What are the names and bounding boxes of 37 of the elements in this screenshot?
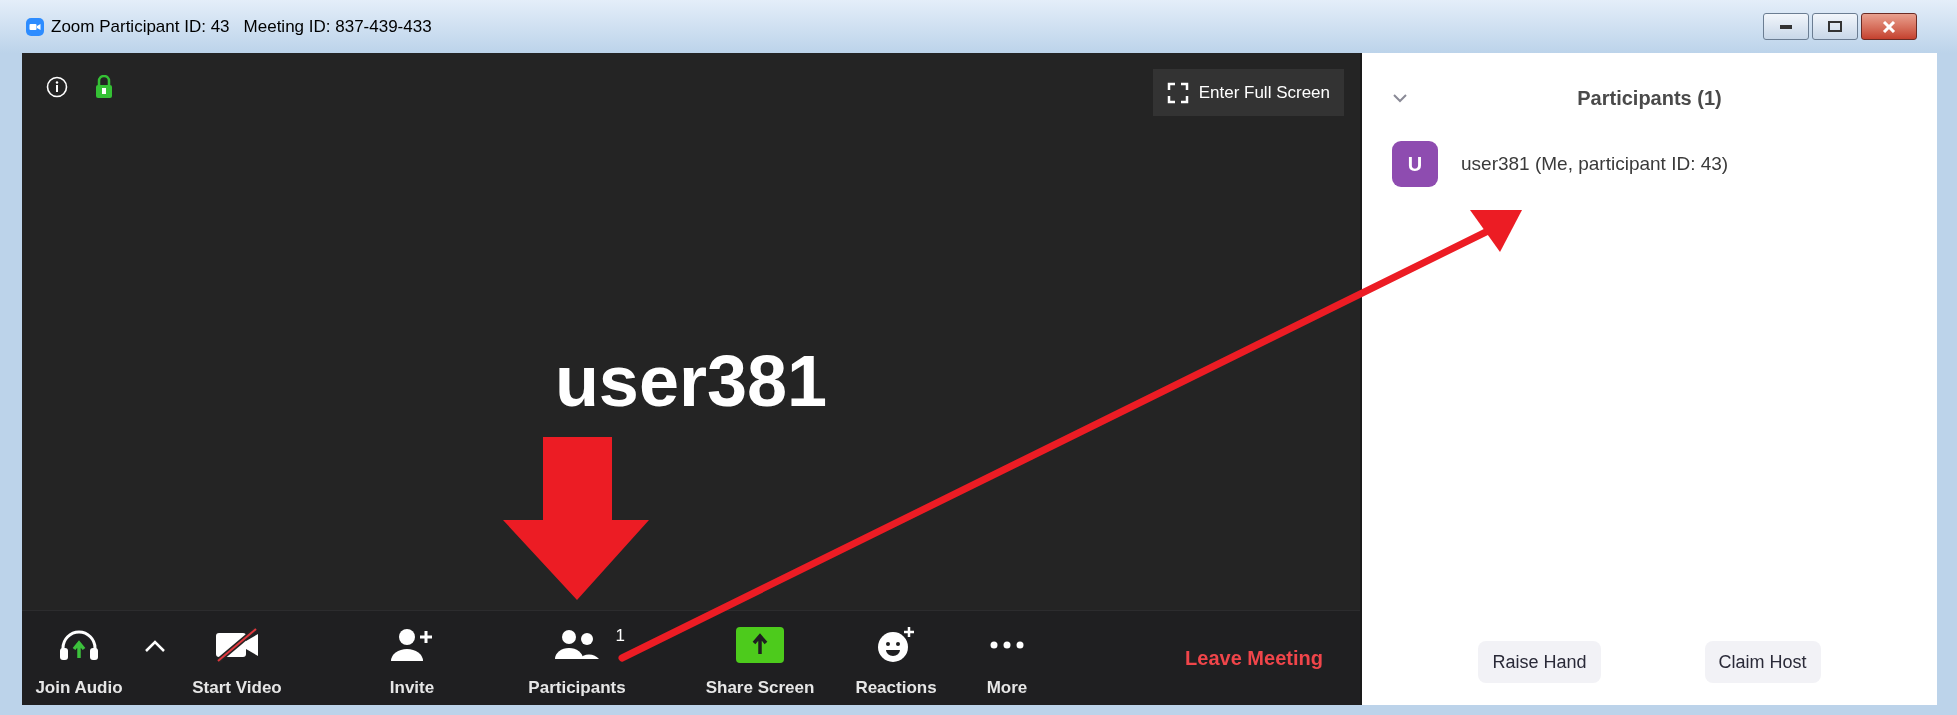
share-screen-button[interactable]: Share Screen [695,611,825,705]
caret-up-icon [144,639,166,653]
window-title: Zoom Participant ID: 43 [51,15,230,38]
lock-icon[interactable] [95,75,113,99]
headphones-icon [58,628,100,662]
participant-count: 1 [615,625,625,647]
camera-app-icon [26,17,44,36]
leave-meeting-button[interactable]: Leave Meeting [1164,611,1344,705]
close-icon [1882,20,1896,33]
raise-hand-button[interactable]: Raise Hand [1478,641,1601,683]
participants-button[interactable]: 1 Participants [517,611,637,705]
close-button[interactable] [1861,13,1917,40]
more-button[interactable]: More [967,611,1047,705]
join-audio-button[interactable]: Join Audio [30,611,128,705]
smiley-plus-icon [876,626,916,664]
share-screen-icon [736,627,784,663]
panel-title: Participants (1) [1577,86,1722,111]
add-person-icon [389,627,435,663]
reactions-button[interactable]: Reactions [841,611,951,705]
restore-icon [1828,21,1842,32]
fullscreen-icon [1166,81,1189,104]
collapse-chevron-icon[interactable] [1392,93,1408,103]
participant-name: user381 (Me, participant ID: 43) [1461,151,1729,176]
minimize-button[interactable] [1763,13,1809,40]
fullscreen-button[interactable]: Enter Full Screen [1152,69,1344,116]
participant-name: user381 [554,345,828,417]
people-icon [553,629,601,661]
start-video-button[interactable]: Start Video [182,611,292,705]
meeting-id: Meeting ID: 837-439-433 [243,15,432,38]
claim-host-button[interactable]: Claim Host [1704,641,1821,683]
video-camera-off-icon [214,627,260,663]
invite-button[interactable]: Invite [367,611,457,705]
info-icon[interactable] [46,76,68,98]
minimize-icon [1780,24,1792,29]
more-dots-icon [990,641,1024,649]
maximize-button[interactable] [1812,13,1858,40]
avatar: U [1392,141,1438,187]
